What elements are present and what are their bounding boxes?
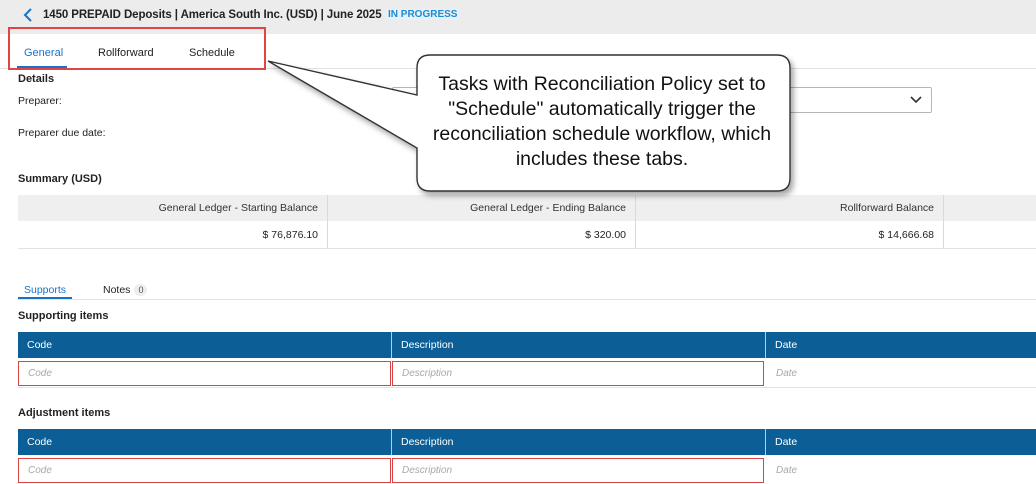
col-code[interactable]: Code — [18, 332, 52, 358]
preparer-due-date-value[interactable]: Jun — [400, 127, 417, 139]
adjustment-grid-header: Code Description Date — [18, 429, 1036, 455]
summary-col-ending-balance: General Ledger - Ending Balance — [470, 202, 626, 214]
chevron-down-icon[interactable] — [909, 94, 923, 106]
adjustment-code-input[interactable] — [18, 458, 391, 483]
adjustment-items-heading: Adjustment items — [18, 407, 111, 419]
supporting-code-input[interactable] — [18, 361, 391, 386]
supporting-description-input[interactable] — [392, 361, 764, 386]
col-date[interactable]: Date — [766, 332, 797, 358]
row-divider — [18, 387, 1036, 388]
col-description[interactable]: Description — [392, 429, 454, 455]
supporting-date-input[interactable] — [766, 361, 1036, 386]
adjustment-description-input[interactable] — [392, 458, 764, 483]
col-description[interactable]: Description — [392, 332, 454, 358]
notes-count-badge: 0 — [134, 284, 148, 296]
ending-balance-value: $ 320.00 — [585, 229, 626, 241]
preparer-due-date-label: Preparer due date: — [18, 127, 106, 139]
rollforward-balance-value: $ 14,666.68 — [878, 229, 934, 241]
subtabs-divider — [18, 299, 1036, 300]
page-title: 1450 PREPAID Deposits | America South In… — [43, 9, 382, 21]
starting-balance-value: $ 76,876.10 — [262, 229, 318, 241]
callout-text: Tasks with Reconciliation Policy set to … — [432, 73, 772, 170]
adjustment-date-input[interactable] — [766, 458, 1036, 483]
summary-divider — [943, 195, 944, 248]
col-code[interactable]: Code — [18, 429, 52, 455]
summary-col-rollforward-balance: Rollforward Balance — [840, 202, 934, 214]
details-heading: Details — [18, 73, 55, 85]
preparer-value: Be — [402, 95, 415, 107]
back-chevron-icon[interactable] — [21, 7, 35, 23]
supporting-items-heading: Supporting items — [18, 310, 109, 322]
tabs-highlight-box — [8, 27, 266, 70]
tab-notes[interactable]: Notes 0 — [103, 284, 148, 296]
summary-heading: Summary (USD) — [18, 173, 102, 185]
tab-notes-label: Notes — [103, 284, 131, 296]
summary-bottom-border — [18, 248, 1036, 249]
supporting-grid-header: Code Description Date — [18, 332, 1036, 358]
col-date[interactable]: Date — [766, 429, 797, 455]
tab-supports[interactable]: Supports — [24, 284, 66, 296]
status-badge: IN PROGRESS — [386, 9, 460, 20]
summary-col-starting-balance: General Ledger - Starting Balance — [158, 202, 318, 214]
preparer-label: Preparer: — [18, 95, 62, 107]
